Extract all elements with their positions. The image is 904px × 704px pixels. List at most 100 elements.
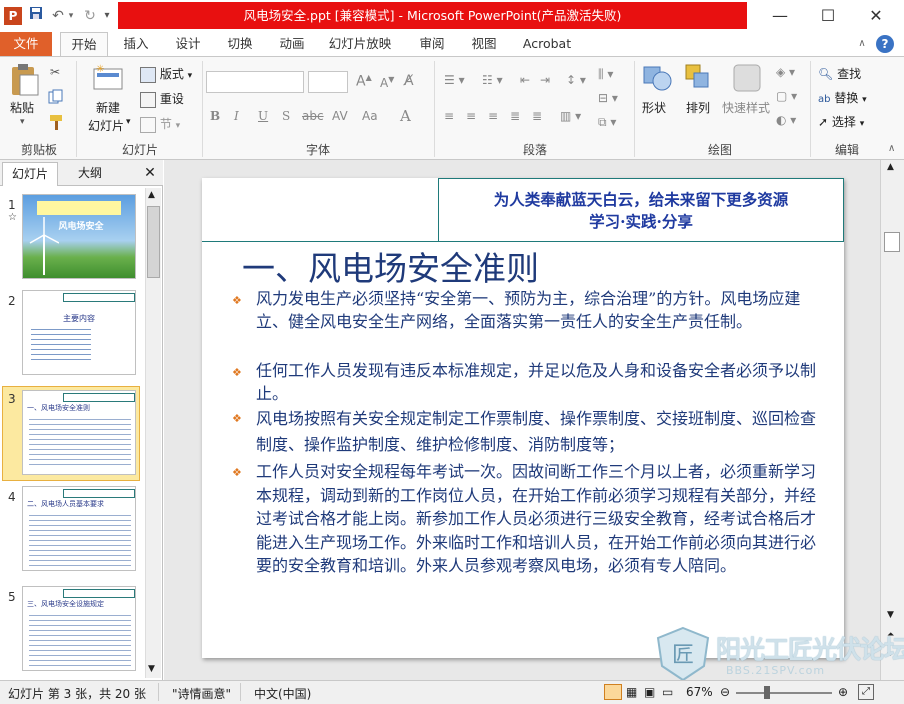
shape-effects-icon[interactable]: ◐ ▾	[776, 113, 796, 127]
smartart-icon[interactable]: ⧉ ▾	[598, 115, 616, 130]
paste-icon[interactable]	[8, 63, 42, 97]
font-size-combo[interactable]	[308, 71, 348, 93]
bullet-paragraph-2[interactable]: 任何工作人员发现有违反本标准规定，并足以危及人身和设备安全者必须予以制止。	[256, 360, 826, 405]
slide[interactable]: 为人类奉献蓝天白云，给未来留下更多资源 学习·实践·分享 一、风电场安全准则 ❖…	[202, 178, 844, 658]
underline-button[interactable]: U	[258, 109, 268, 123]
paste-button[interactable]: 粘贴	[10, 99, 34, 116]
scroll-up-icon[interactable]: ▲	[887, 162, 894, 172]
tab-insert[interactable]: 插入	[114, 32, 158, 56]
slide-thumbnail-5[interactable]: 三、风电场安全设施规定	[22, 586, 136, 671]
scroll-down-icon[interactable]: ▼	[148, 664, 155, 674]
scroll-up-icon[interactable]: ▲	[148, 190, 155, 200]
text-direction-icon[interactable]: ⫼ ▾	[598, 67, 613, 82]
save-icon[interactable]	[28, 6, 44, 26]
slide-thumbnail-1[interactable]: 风电场安全	[22, 194, 136, 279]
tab-animations[interactable]: 动画	[270, 32, 314, 56]
bullet-paragraph-1[interactable]: 风力发电生产必须坚持“安全第一、预防为主，综合治理”的方针。风电场应建立、健全风…	[256, 288, 826, 333]
help-icon[interactable]: ?	[876, 35, 894, 53]
undo-dropdown-icon[interactable]: ▾	[66, 6, 76, 26]
increase-indent-icon[interactable]: ⇥	[540, 73, 550, 87]
slideshow-view-icon[interactable]: ▭	[662, 685, 673, 699]
zoom-in-icon[interactable]: ⊕	[838, 685, 848, 699]
shapes-button[interactable]: 形状	[642, 99, 666, 116]
zoom-slider[interactable]	[736, 692, 832, 694]
shape-fill-icon[interactable]: ◈ ▾	[776, 65, 795, 79]
scroll-thumb[interactable]	[884, 232, 900, 252]
align-text-icon[interactable]: ⊟ ▾	[598, 91, 618, 105]
quick-styles-button[interactable]: 快速样式	[722, 99, 770, 116]
tab-home[interactable]: 开始	[60, 32, 108, 57]
shrink-font-icon[interactable]: A▼	[380, 75, 394, 90]
section-button[interactable]: 节 ▾	[140, 115, 180, 133]
justify-icon[interactable]: ≣	[510, 109, 520, 123]
italic-button[interactable]: I	[234, 109, 239, 123]
font-name-combo[interactable]	[206, 71, 304, 93]
shape-outline-icon[interactable]: ▢ ▾	[776, 89, 797, 103]
select-button[interactable]: ➚ 选择 ▾	[818, 113, 864, 130]
tab-view[interactable]: 视图	[462, 32, 506, 56]
distributed-icon[interactable]: ≣	[532, 109, 542, 123]
slide-title[interactable]: 一、风电场安全准则	[242, 242, 539, 290]
tab-slides[interactable]: 幻灯片	[2, 162, 58, 186]
close-button[interactable]: ✕	[852, 0, 900, 32]
undo-icon[interactable]: ↶	[50, 6, 66, 26]
columns-icon[interactable]: ▥ ▾	[560, 109, 581, 123]
line-spacing-icon[interactable]: ↕ ▾	[566, 73, 586, 87]
shapes-icon[interactable]	[642, 63, 672, 96]
char-spacing-button[interactable]: AV	[332, 109, 348, 123]
cut-icon[interactable]: ✂	[50, 65, 60, 79]
find-button[interactable]: 🔍︎ 查找	[818, 65, 861, 82]
grow-font-icon[interactable]: A▲	[356, 73, 372, 90]
new-slide-dropdown-icon[interactable]: ▾	[126, 117, 131, 127]
bullet-paragraph-3[interactable]: 风电场按照有关安全规定制定工作票制度、操作票制度、交接班制度、巡回检查制度、操作…	[256, 406, 826, 458]
align-left-icon[interactable]: ≡	[444, 109, 454, 123]
align-center-icon[interactable]: ≡	[466, 109, 476, 123]
font-color-button[interactable]: A	[400, 107, 411, 125]
numbering-icon[interactable]: ☷ ▾	[482, 73, 503, 87]
align-right-icon[interactable]: ≡	[488, 109, 498, 123]
redo-icon[interactable]: ↻	[82, 6, 98, 26]
tab-review[interactable]: 审阅	[410, 32, 454, 56]
replace-button[interactable]: ab 替换 ▾	[818, 89, 867, 106]
normal-view-icon[interactable]	[604, 684, 622, 700]
tab-outline[interactable]: 大纲	[62, 162, 118, 186]
bullet-paragraph-4[interactable]: 工作人员对安全规程每年考试一次。因故间断工作三个月以上者，必须重新学习本规程，调…	[256, 460, 826, 578]
customize-quick-access-icon[interactable]: ▾	[100, 6, 114, 26]
scroll-down-icon[interactable]: ▼	[887, 610, 894, 620]
new-slide-icon[interactable]: ✳	[92, 63, 124, 94]
zoom-level[interactable]: 67%	[686, 685, 713, 699]
tab-file[interactable]: 文件	[0, 32, 52, 56]
slide-sorter-icon[interactable]: ▦	[626, 685, 637, 699]
quick-styles-icon[interactable]	[732, 63, 762, 96]
bullets-icon[interactable]: ☰ ▾	[444, 73, 465, 87]
tab-acrobat[interactable]: Acrobat	[516, 32, 578, 56]
slide-thumbnail-3[interactable]: 一、风电场安全准则	[22, 390, 136, 475]
collapse-ribbon-arrow[interactable]: ∧	[888, 143, 895, 154]
reset-button[interactable]: 重设	[140, 90, 184, 108]
language[interactable]: 中文(中国)	[254, 685, 311, 702]
zoom-slider-thumb[interactable]	[764, 686, 770, 699]
change-case-button[interactable]: Aa	[362, 109, 378, 123]
tab-design[interactable]: 设计	[166, 32, 210, 56]
collapse-ribbon-icon[interactable]: ∧	[856, 32, 868, 56]
tab-slideshow[interactable]: 幻灯片放映	[322, 32, 398, 56]
arrange-button[interactable]: 排列	[686, 99, 710, 116]
copy-icon[interactable]	[48, 89, 66, 108]
slide-thumbnail-2[interactable]: 主要内容	[22, 290, 136, 375]
minimize-button[interactable]: —	[756, 0, 804, 32]
reading-view-icon[interactable]: ▣	[644, 685, 655, 699]
tab-transitions[interactable]: 切换	[218, 32, 262, 56]
format-painter-icon[interactable]	[48, 113, 66, 134]
thumb-scrollbar[interactable]: ▲ ▼	[145, 188, 161, 678]
theme-name[interactable]: "诗情画意"	[172, 685, 231, 702]
shadow-button[interactable]: S	[282, 109, 290, 123]
zoom-out-icon[interactable]: ⊖	[720, 685, 730, 699]
powerpoint-app-icon[interactable]: P	[4, 7, 22, 25]
clear-format-icon[interactable]: A̸	[404, 73, 414, 89]
paste-dropdown-icon[interactable]: ▾	[20, 117, 25, 127]
strikethrough-button[interactable]: abc	[302, 109, 324, 123]
arrange-icon[interactable]	[684, 63, 714, 96]
slide-thumbnail-4[interactable]: 二、风电场人员基本要求	[22, 486, 136, 571]
close-pane-icon[interactable]: ✕	[140, 162, 160, 184]
new-slide-button[interactable]: 新建	[96, 99, 120, 116]
